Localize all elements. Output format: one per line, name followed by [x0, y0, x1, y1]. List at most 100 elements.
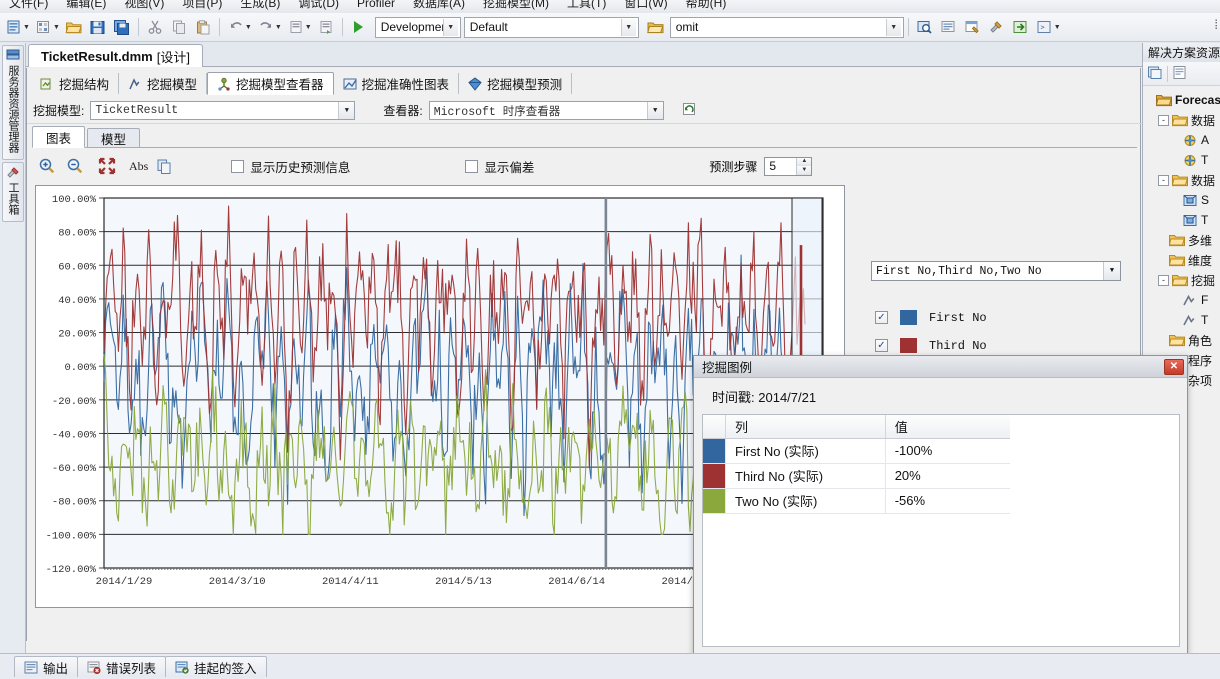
table-row[interactable]: Two No (实际) -56% [703, 488, 1010, 514]
tree-node-10[interactable]: F [1145, 290, 1220, 310]
mining-model-combo[interactable]: TicketResult ▼ [90, 101, 356, 120]
designer-tab-2[interactable]: 挖掘模型查看器 [207, 72, 334, 95]
tree-node-4[interactable]: - 数据 [1145, 170, 1220, 190]
series-legend-row-1[interactable]: ✓ Third No [875, 338, 987, 353]
new-project-icon[interactable] [3, 16, 25, 38]
zoom-out-icon[interactable] [63, 154, 87, 178]
tree-node-7[interactable]: 多维 [1145, 230, 1220, 250]
menu-item-5[interactable]: 调试(D) [289, 0, 348, 9]
sidebar-item-server-explorer[interactable]: 服务器资源管理器 [2, 45, 24, 160]
bottom-dock-tab-1[interactable]: 错误列表 [77, 656, 167, 677]
designer-tab-3[interactable]: 挖掘准确性图表 [334, 73, 460, 94]
solution-configuration-combo[interactable]: Developmen ▼ [374, 16, 461, 38]
show-all-files-icon[interactable] [1147, 65, 1163, 83]
designer-tab-0[interactable]: 挖掘结构 [31, 73, 120, 94]
tools-icon[interactable] [986, 16, 1008, 38]
viewer-subtab-0[interactable]: 图表 [32, 126, 86, 148]
menu-item-1[interactable]: 编辑(E) [57, 0, 115, 9]
tree-node-1[interactable]: - 数据 [1145, 110, 1220, 130]
series-selector-combo[interactable]: First No,Third No,Two No ▼ [871, 261, 1121, 281]
series-visibility-checkbox[interactable]: ✓ [875, 339, 888, 352]
table-row[interactable]: First No (实际) -100% [703, 438, 1010, 464]
refresh-viewer-icon[interactable] [682, 102, 697, 120]
start-debug-icon[interactable] [348, 16, 370, 38]
designer-tab-4[interactable]: 挖掘模型预测 [459, 73, 573, 94]
navigate-forward-icon[interactable] [315, 16, 337, 38]
bottom-dock-tab-0[interactable]: 输出 [14, 656, 79, 677]
comment-icon[interactable] [938, 16, 960, 38]
command-window-icon[interactable]: > [1034, 16, 1056, 38]
bottom-dock-tab-2[interactable]: 挂起的签入 [165, 656, 267, 677]
stepper-buttons[interactable]: ▲ ▼ [796, 157, 812, 175]
tree-node-12[interactable]: 角色 [1145, 330, 1220, 350]
new-item-icon[interactable] [33, 16, 55, 38]
copy-icon[interactable] [168, 16, 190, 38]
save-icon[interactable] [87, 16, 109, 38]
toolbar-options-icon[interactable]: ⁞ [1214, 17, 1218, 32]
menu-item-4[interactable]: 生成(B) [231, 0, 289, 9]
tree-node-6[interactable]: T [1145, 210, 1220, 230]
dialog-title-bar[interactable]: 挖掘图例 ✕ [694, 356, 1187, 378]
close-icon[interactable]: ✕ [1164, 358, 1184, 375]
prediction-steps-stepper[interactable]: 5 ▲ ▼ [764, 156, 813, 176]
series-legend-row-0[interactable]: ✓ First No [875, 310, 987, 325]
prediction-steps-value[interactable]: 5 [765, 159, 796, 173]
legend-grid[interactable]: 列 值 First No (实际) -100% Third No (实际) 20% Tw… [702, 414, 1180, 647]
open-file-icon[interactable] [63, 16, 85, 38]
chevron-down-icon[interactable]: ▼ [1103, 262, 1120, 280]
menu-item-8[interactable]: 挖掘模型(M) [474, 0, 558, 9]
fit-to-window-icon[interactable] [95, 154, 119, 178]
menu-item-7[interactable]: 数据库(A) [404, 0, 474, 9]
chevron-down-icon[interactable]: ▼ [646, 102, 663, 119]
tree-node-2[interactable]: A [1145, 130, 1220, 150]
copy-chart-icon[interactable] [152, 154, 176, 178]
abs-label[interactable]: Abs [129, 159, 148, 174]
chevron-down-icon[interactable]: ▼ [885, 18, 901, 36]
menu-item-6[interactable]: Profiler [348, 0, 404, 9]
zoom-in-icon[interactable] [35, 154, 59, 178]
stepper-up-icon[interactable]: ▲ [797, 157, 812, 166]
paste-icon[interactable] [192, 16, 214, 38]
startup-project-combo[interactable]: omit ▼ [669, 16, 904, 38]
menu-item-9[interactable]: 工具(T) [558, 0, 615, 9]
menu-item-0[interactable]: 文件(F) [0, 0, 57, 9]
table-row[interactable]: Third No (实际) 20% [703, 463, 1010, 489]
checkbox-box[interactable] [231, 159, 245, 173]
properties-window-icon[interactable] [962, 16, 984, 38]
tree-node-5[interactable]: S [1145, 190, 1220, 210]
chevron-down-icon[interactable]: ▼ [338, 102, 355, 119]
tree-node-9[interactable]: - 挖掘 [1145, 270, 1220, 290]
deploy-icon[interactable] [1010, 16, 1032, 38]
document-tab-ticketresult[interactable]: TicketResult.dmm [设计] [28, 44, 203, 67]
undo-icon[interactable] [225, 16, 247, 38]
solution-platform-combo[interactable]: Default ▼ [463, 16, 639, 38]
show-deviation-checkbox[interactable]: 显示偏差 [465, 157, 534, 176]
stepper-down-icon[interactable]: ▼ [797, 166, 812, 175]
series-visibility-checkbox[interactable]: ✓ [875, 311, 888, 324]
properties-icon[interactable] [1172, 65, 1188, 83]
tree-node-0[interactable]: Forecas [1145, 90, 1220, 110]
designer-tab-1[interactable]: 挖掘模型 [119, 73, 208, 94]
menu-item-11[interactable]: 帮助(H) [677, 0, 736, 9]
tree-node-3[interactable]: T [1145, 150, 1220, 170]
tree-expander-icon[interactable]: - [1158, 174, 1169, 186]
chevron-down-icon[interactable]: ▼ [442, 18, 458, 36]
tree-expander-icon[interactable]: - [1158, 114, 1169, 126]
redo-icon[interactable] [255, 16, 277, 38]
navigate-back-icon[interactable] [285, 16, 307, 38]
tree-expander-icon[interactable]: - [1158, 274, 1169, 286]
mining-legend-dialog[interactable]: 挖掘图例 ✕ 时间戳: 2014/7/21 列 值 First No (实际) -… [693, 355, 1188, 655]
checkbox-box[interactable] [465, 159, 479, 173]
solution-tree[interactable]: Forecas - 数据 A T - 数据 S T 多维 维度 - 挖掘 F T 角色 程序 杂项 [1143, 86, 1220, 390]
menu-item-10[interactable]: 窗口(W) [615, 0, 676, 9]
menu-item-3[interactable]: 项目(P) [173, 0, 231, 9]
viewer-combo[interactable]: Microsoft 时序查看器 ▼ [428, 101, 664, 120]
sidebar-item-toolbox[interactable]: 工具箱 [2, 162, 24, 222]
chevron-down-icon[interactable]: ▼ [620, 18, 636, 36]
tree-node-8[interactable]: 维度 [1145, 250, 1220, 270]
menu-item-2[interactable]: 视图(V) [115, 0, 173, 9]
find-in-files-icon[interactable] [914, 16, 936, 38]
show-historical-prediction-checkbox[interactable]: 显示历史预测信息 [231, 157, 350, 176]
tree-node-11[interactable]: T [1145, 310, 1220, 330]
cut-icon[interactable] [144, 16, 166, 38]
